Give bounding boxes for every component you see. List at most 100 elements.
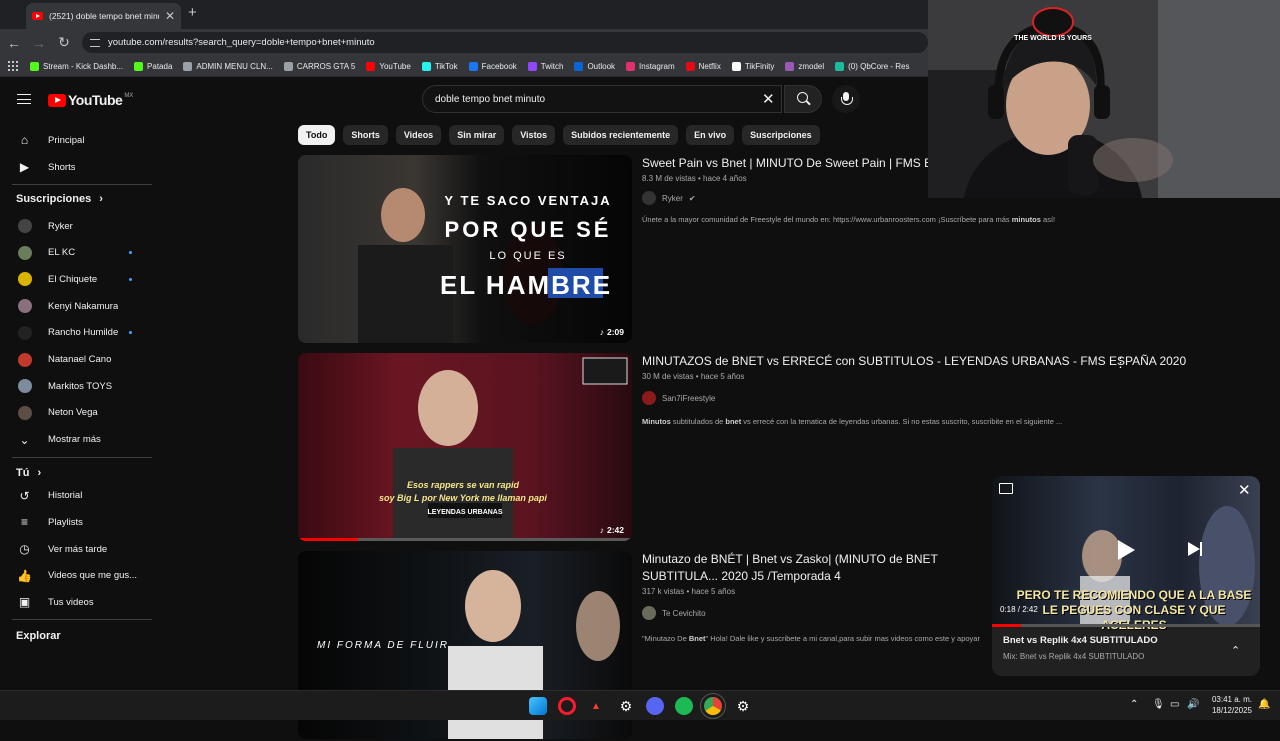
filter-chip[interactable]: Suscripciones (742, 125, 820, 145)
play-icon[interactable] (1118, 540, 1135, 560)
video-meta: 30 M de vistas • hace 5 años (642, 372, 745, 381)
forward-icon[interactable]: → (28, 35, 50, 51)
bookmark-item[interactable]: (0) QbCore - Res (835, 61, 909, 71)
sidebar-item-label: Shorts (48, 161, 76, 173)
chrome-icon[interactable] (700, 693, 726, 719)
apps-grid-icon[interactable] (8, 61, 18, 71)
search-input[interactable]: doble tempo bnet minuto (422, 85, 782, 113)
sidebar-item-label: Tus videos (48, 596, 94, 608)
back-icon[interactable]: ← (3, 35, 25, 51)
sidebar-item-you[interactable]: ≡ Playlists (0, 509, 150, 535)
youtube-logo[interactable]: YouTube MX (48, 92, 133, 108)
opera-icon[interactable] (558, 697, 576, 715)
app-a-icon[interactable]: ▲ (587, 697, 605, 715)
bookmark-item[interactable]: Stream - Kick Dashb... (30, 61, 123, 71)
reload-icon[interactable]: ↻ (53, 34, 75, 51)
clock[interactable]: 03:41 a. m. 18/12/2025 (1202, 694, 1252, 716)
close-tab-icon[interactable]: ✕ (165, 9, 175, 23)
chevron-up-tray-icon[interactable]: ⌃ (1130, 699, 1138, 710)
settings-icon[interactable]: ⚙ (617, 697, 635, 715)
url-field[interactable]: youtube.com/results?search_query=doble+t… (82, 32, 928, 53)
bookmark-label: TikTok (434, 61, 458, 71)
bookmark-item[interactable]: TikTok (421, 61, 458, 71)
thumbnail-text: MI FORMA DE FLUIR (317, 640, 449, 651)
channel-link[interactable]: San7iFreestyle (642, 391, 1202, 405)
expand-icon[interactable] (999, 483, 1013, 494)
bookmark-label: Outlook (587, 61, 616, 71)
new-tab-button[interactable]: + (188, 4, 197, 21)
spotify-icon[interactable] (675, 697, 693, 715)
mic-tray-icon[interactable]: 🎙 (1152, 699, 1165, 710)
video-thumbnail[interactable]: Esos rappers se van rapid soy Big L por N… (298, 353, 632, 541)
miniplayer[interactable]: ✕ PERO TE RECOMIENDO QUE A LA BASE LE PE… (992, 476, 1260, 676)
duration-label: 2:42 (606, 525, 624, 535)
windows-start-icon[interactable] (529, 697, 547, 715)
network-icon[interactable]: ▭ (1170, 699, 1179, 710)
more-actions-icon[interactable]: ⋮ (1114, 355, 1127, 371)
bookmark-icon (366, 61, 376, 71)
browser-tab-youtube[interactable]: (2521) doble tempo bnet minuto - YouTube… (26, 3, 181, 29)
sidebar-item-you[interactable]: ◷ Ver más tarde (0, 536, 150, 562)
sidebar-subscription[interactable]: Neton Vega (0, 400, 150, 426)
bookmark-label: Facebook (481, 61, 517, 71)
filter-chip[interactable]: Vistos (512, 125, 556, 145)
filter-chip[interactable]: Videos (395, 125, 442, 145)
sidebar-subscription[interactable]: EL KC (0, 240, 150, 266)
thumbnail-text: Y TE SACO VENTAJA (444, 193, 611, 208)
desc-text: " Hola! Dale like y suscribete a mi cana… (705, 634, 980, 643)
sidebar-item-principal[interactable]: ⌂ Principal (0, 127, 150, 153)
thumbnail-text: POR QUE SÉ (445, 217, 612, 242)
video-thumbnail[interactable]: Y TE SACO VENTAJA POR QUE SÉ LO QUE ES EL H… (298, 155, 632, 343)
close-miniplayer-icon[interactable]: ✕ (1238, 481, 1251, 499)
filter-chip[interactable]: Todo (298, 125, 336, 145)
voice-search-button[interactable] (832, 85, 860, 113)
sidebar-subscription[interactable]: Ryker (0, 213, 150, 239)
thumbnail-art: Esos rappers se van rapid soy Big L por N… (379, 357, 628, 541)
bookmark-item[interactable]: YouTube (366, 61, 411, 71)
chevron-up-icon[interactable]: ⌃ (1231, 644, 1240, 657)
video-title[interactable]: Minutazo de BNÉT | Bnet vs Zasko| (MINUT… (642, 551, 992, 585)
miniplayer-progress[interactable] (992, 624, 1260, 627)
search-value: doble tempo bnet minuto (435, 93, 546, 105)
bookmark-item[interactable]: Patada (134, 61, 172, 71)
bookmark-item[interactable]: CARROS GTA 5 (283, 61, 355, 71)
bookmark-item[interactable]: Outlook (574, 61, 616, 71)
avatar (17, 272, 32, 287)
sidebar-subscription[interactable]: Markitos TOYS (0, 373, 150, 399)
you-heading[interactable]: Tú › (16, 467, 41, 479)
filter-chip[interactable]: Subidos recientemente (563, 125, 679, 145)
bookmark-item[interactable]: Netflix (685, 61, 721, 71)
sidebar-item-you[interactable]: ↺ Historial (0, 483, 150, 509)
sidebar-subscription[interactable]: Rancho Humilde (0, 320, 150, 346)
bookmark-item[interactable]: TikFinity (731, 61, 774, 71)
next-icon[interactable] (1188, 542, 1202, 556)
show-more-button[interactable]: ⌄ Mostrar más (0, 427, 150, 453)
bookmark-item[interactable]: Twitch (527, 61, 564, 71)
sidebar-item-you[interactable]: 👍 Videos que me gus... (0, 563, 150, 589)
sidebar-subscription[interactable]: El Chiquete (0, 266, 150, 292)
volume-icon[interactable]: 🔊 (1187, 699, 1199, 710)
discord-icon[interactable] (646, 697, 664, 715)
notifications-icon[interactable]: 🔔 (1258, 699, 1270, 710)
search-button[interactable] (784, 85, 822, 113)
sidebar-subscription[interactable]: Kenyi Nakamura (0, 293, 150, 319)
steam-icon[interactable]: ⚙ (734, 697, 752, 715)
sidebar-item-label: Historial (48, 490, 83, 502)
menu-icon[interactable] (17, 94, 31, 104)
filter-chip[interactable]: Shorts (343, 125, 388, 145)
clear-search-icon[interactable]: ✕ (762, 90, 775, 108)
sidebar-item-you[interactable]: ▣ Tus videos (0, 589, 150, 615)
filter-chip[interactable]: En vivo (686, 125, 735, 145)
sidebar-item-shorts[interactable]: ▶ Shorts (0, 154, 150, 180)
site-info-icon[interactable] (90, 38, 100, 47)
sidebar-subscription[interactable]: Natanael Cano (0, 347, 150, 373)
filter-chip[interactable]: Sin mirar (449, 125, 505, 145)
bookmark-icon (731, 61, 741, 71)
bookmark-item[interactable]: ADMIN MENU CLN... (183, 61, 273, 71)
bookmark-item[interactable]: zmodel (785, 61, 824, 71)
channel-link[interactable]: Te Cevichito (642, 606, 992, 620)
subscriptions-heading[interactable]: Suscripciones › (16, 193, 103, 205)
bookmark-item[interactable]: Facebook (468, 61, 517, 71)
bookmark-item[interactable]: Instagram (626, 61, 675, 71)
bookmark-label: Twitch (540, 61, 564, 71)
